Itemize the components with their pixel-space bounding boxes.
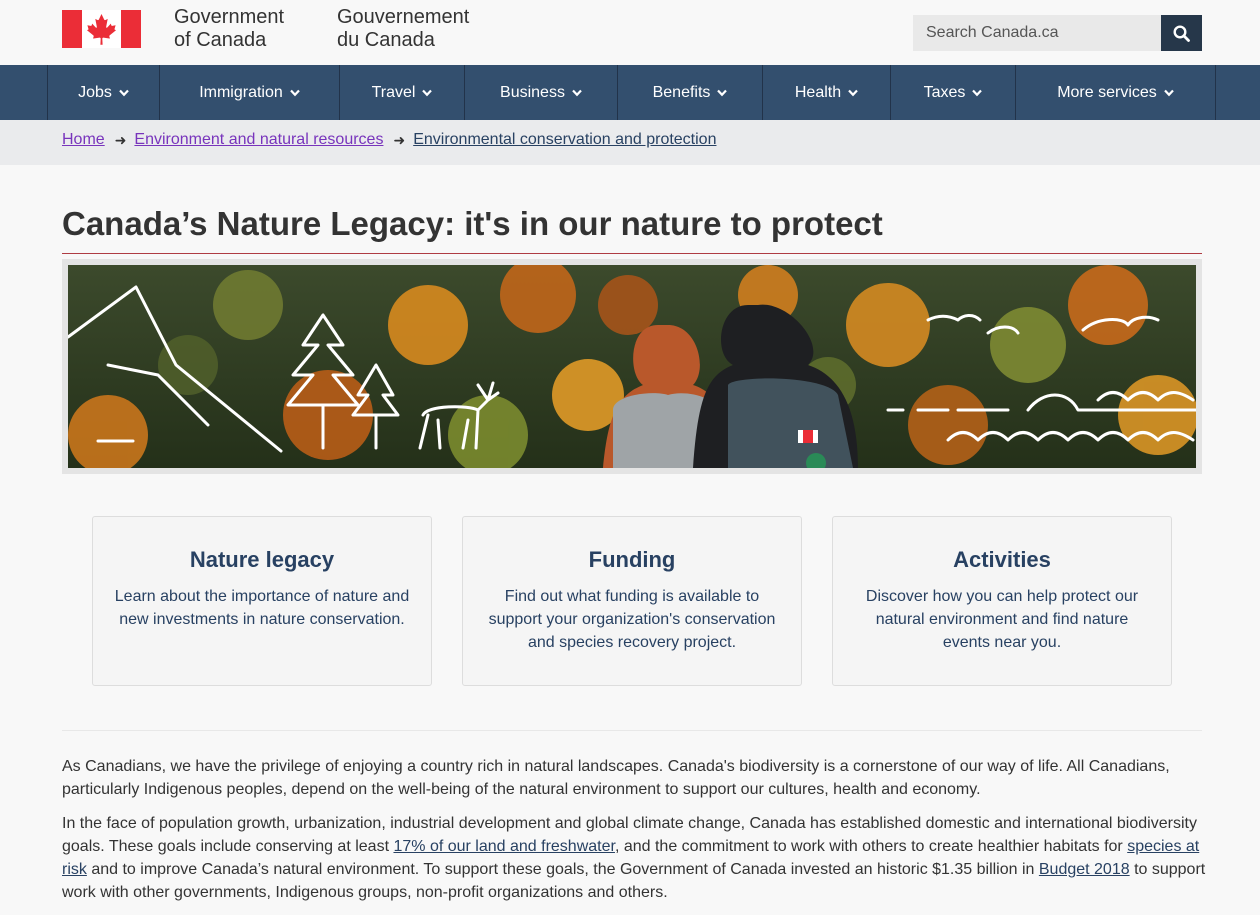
card-activities[interactable]: Activities Discover how you can help pro… [832, 516, 1172, 686]
link-budget-2018[interactable]: Budget 2018 [1039, 861, 1130, 878]
wordmark-fr-line2: du Canada [337, 29, 435, 51]
card-title: Funding [588, 547, 676, 572]
search-input[interactable] [913, 15, 1161, 51]
menu-item-label: Business [500, 83, 565, 101]
arrow-right-icon: ➜ [393, 131, 406, 148]
wordmark-en-line2: of Canada [174, 29, 267, 51]
search-icon [1173, 24, 1190, 42]
chevron-down-icon [1163, 89, 1174, 96]
menu-item-label: Jobs [78, 83, 112, 101]
arrow-right-icon: ➜ [114, 131, 127, 148]
menu-item-label: Immigration [199, 83, 283, 101]
section-divider [62, 730, 1202, 731]
hero-banner-image [68, 265, 1196, 468]
chevron-down-icon [572, 89, 582, 96]
card-text: Find out what funding is available to su… [488, 588, 776, 651]
chevron-down-icon [972, 89, 983, 96]
main-menu: Jobs Immigration Travel Business Benefit… [0, 65, 1260, 120]
card-title: Nature legacy [189, 547, 335, 572]
search-form [913, 15, 1202, 51]
site-header: Government of Canada Gouvernement du Can… [0, 0, 1260, 65]
chevron-down-icon [717, 89, 728, 96]
chevron-down-icon [848, 89, 858, 96]
menu-item-label: More services [1057, 83, 1157, 101]
chevron-down-icon [289, 89, 300, 96]
menu-item-more-services[interactable]: More services [1015, 65, 1216, 120]
menu-item-label: Travel [371, 83, 416, 101]
feature-cards: Nature legacy Learn about the importance… [92, 516, 1172, 686]
wordmark-fr-line1: Gouvernement [337, 6, 470, 28]
card-funding[interactable]: Funding Find out what funding is availab… [462, 516, 802, 686]
menu-item-jobs[interactable]: Jobs [47, 65, 159, 120]
wordmark-english[interactable]: Government of Canada [174, 6, 284, 52]
hero-banner [62, 259, 1202, 474]
goals-paragraph: In the face of population growth, urbani… [62, 812, 1207, 904]
menu-item-label: Health [794, 83, 842, 101]
menu-item-label: Taxes [923, 83, 966, 101]
menu-item-immigration[interactable]: Immigration [159, 65, 339, 120]
wordmark-en-line1: Government [174, 6, 285, 28]
text-segment: , and the commitment to work with others… [614, 838, 1128, 855]
card-text: Discover how you can help protect our na… [865, 588, 1139, 651]
breadcrumb-link-environment[interactable]: Environment and natural resources [134, 131, 383, 149]
menu-item-travel[interactable]: Travel [339, 65, 464, 120]
breadcrumb-link-conservation[interactable]: Environmental conservation and protectio… [413, 131, 716, 149]
menu-item-business[interactable]: Business [464, 65, 617, 120]
card-text: Learn about the importance of nature and… [114, 588, 410, 628]
main-content: As Canadians, we have the privilege of e… [62, 755, 1207, 915]
link-land-freshwater[interactable]: 17% of our land and freshwater [393, 838, 614, 855]
wordmark-french[interactable]: Gouvernement du Canada [337, 6, 469, 52]
canada-flag-icon[interactable] [62, 10, 141, 48]
menu-item-taxes[interactable]: Taxes [890, 65, 1015, 120]
text-segment: and to improve Canada’s natural environm… [86, 861, 1039, 878]
intro-paragraph: As Canadians, we have the privilege of e… [62, 758, 1170, 798]
breadcrumb: Home ➜ Environment and natural resources… [0, 120, 1260, 165]
chevron-down-icon [119, 89, 129, 96]
menu-item-label: Benefits [652, 83, 711, 101]
menu-item-health[interactable]: Health [762, 65, 890, 120]
menu-item-benefits[interactable]: Benefits [617, 65, 762, 120]
page-title: Canada’s Nature Legacy: it's in our natu… [62, 205, 1202, 254]
chevron-down-icon [422, 89, 433, 96]
breadcrumb-link-home[interactable]: Home [62, 131, 105, 149]
card-title: Activities [953, 547, 1051, 572]
search-button[interactable] [1161, 15, 1202, 51]
card-nature-legacy[interactable]: Nature legacy Learn about the importance… [92, 516, 432, 686]
